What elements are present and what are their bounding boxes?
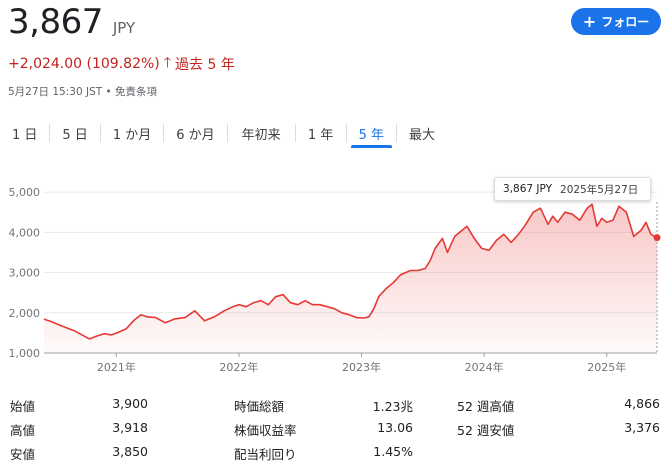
tab-range[interactable]: 5 年 <box>347 118 396 148</box>
plus-icon: + <box>582 11 597 31</box>
price-header: 3,867 JPY <box>8 2 135 42</box>
stat-value: 3,376 <box>624 420 660 435</box>
stat-value: 13.06 <box>377 420 413 435</box>
arrow-up-icon: 🡑 <box>163 55 172 71</box>
tab-range[interactable]: 6 か月 <box>164 118 226 148</box>
tab-range[interactable]: 1 か月 <box>101 118 163 148</box>
stat-label: 安値 <box>10 447 36 462</box>
y-tick-label: 2,000 <box>9 307 41 320</box>
last-price-point <box>653 234 661 242</box>
tooltip-date: 2025年5月27日 <box>560 183 639 196</box>
y-tick-label: 3,000 <box>9 267 41 280</box>
timestamp-disclaimer: 5月27日 15:30 JST • 免責条項 <box>8 86 158 98</box>
stat-value: 3,850 <box>112 444 148 459</box>
x-tick-label: 2021年 <box>97 360 136 374</box>
stat-value: 3,918 <box>112 420 148 435</box>
stat-value: 3,900 <box>112 396 148 411</box>
stat-label: 52 週安値 <box>457 423 515 438</box>
chart-tooltip: 3,867 JPY 2025年5月27日 <box>494 177 651 201</box>
x-tick-label: 2025年 <box>587 360 626 374</box>
stat-value: 1.23兆 <box>372 399 413 414</box>
x-tick-label: 2022年 <box>219 360 258 374</box>
stat-label: 始値 <box>10 399 36 414</box>
stat-label: 52 週高値 <box>457 399 515 414</box>
tab-range[interactable]: 1 日 <box>0 118 49 148</box>
x-tick-label: 2024年 <box>465 360 504 374</box>
price-chart[interactable]: 1,000 2,000 3,000 4,000 5,000 2021年 2022年 2023… <box>0 170 672 382</box>
tab-range[interactable]: 5 日 <box>50 118 99 148</box>
stat-label: 配当利回り <box>234 447 297 462</box>
change-period: 過去 5 年 <box>175 57 235 73</box>
y-tick-label: 1,000 <box>9 347 41 360</box>
change-value: +2,024.00 (109.82%) <box>8 56 160 72</box>
price-change: +2,024.00 (109.82%) 🡑 過去 5 年 <box>8 52 235 76</box>
range-tabs: 1 日5 日1 か月 6 か月 年初来 1 年5 年最大 <box>0 118 672 148</box>
stat-label: 高値 <box>10 423 36 438</box>
x-tick-label: 2023年 <box>342 360 381 374</box>
current-price: 3,867 <box>8 2 103 42</box>
y-tick-label: 5,000 <box>9 186 41 199</box>
price-area <box>44 204 657 353</box>
stat-value: 1.45% <box>373 444 413 459</box>
tab-range[interactable]: 1 年 <box>296 118 346 148</box>
stat-label: 株価収益率 <box>234 423 297 438</box>
stat-label: 時価総額 <box>234 399 285 414</box>
tab-range[interactable]: 最大 <box>397 118 447 148</box>
stat-value: 4,866 <box>624 396 660 411</box>
y-tick-label: 4,000 <box>9 226 41 239</box>
tooltip-price: 3,867 JPY <box>503 183 553 195</box>
follow-button[interactable]: + フォロー <box>571 8 661 35</box>
tab-range[interactable]: 年初来 <box>228 118 295 148</box>
follow-button-label: フォロー <box>601 15 650 29</box>
currency-code: JPY <box>112 19 136 37</box>
